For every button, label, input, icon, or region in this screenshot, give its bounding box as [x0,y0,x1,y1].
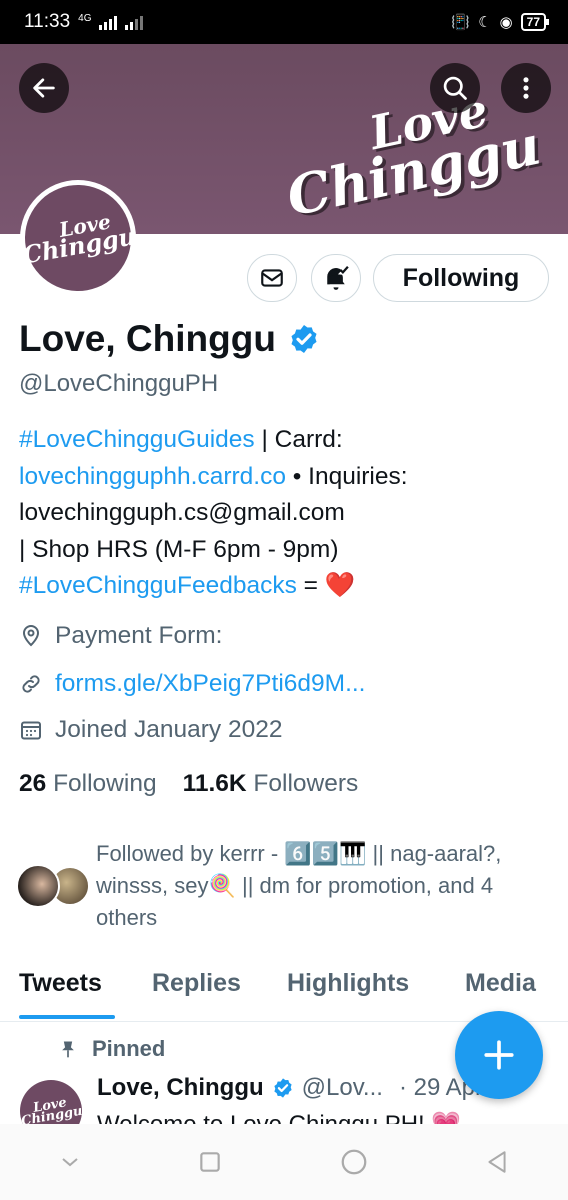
chevron-down-icon[interactable] [58,1150,82,1174]
profile-avatar[interactable]: Love Chinggu [16,176,140,300]
bio-email: lovechingguph.cs@gmail.com [19,499,345,526]
search-button[interactable] [430,63,480,113]
vibrate-icon: 📳 [451,14,471,31]
system-nav-bar [0,1124,568,1200]
plus-icon [484,1040,514,1070]
profile-handle: @LoveChingguPH [19,370,219,397]
tab-replies[interactable]: Replies [152,969,241,998]
nav-home-icon[interactable] [339,1147,369,1177]
bio-text-4: = [296,572,325,599]
nav-recents-icon[interactable] [197,1149,223,1175]
profile-name: Love, Chinggu [19,318,276,359]
signal-2-icon [125,14,144,30]
bio-text-2: • Inquiries: [285,462,408,490]
battery-icon: 77 [520,13,550,31]
location-pin-icon [22,625,40,647]
profile-joined: Joined January 2022 [19,716,282,744]
profile-url-link[interactable]: forms.gle/XbPeig7Pti6d9M... [55,670,366,698]
followers-count-label: Followers [253,770,359,797]
pin-icon [62,1041,74,1058]
active-tab-indicator [19,1015,115,1019]
location-text: Payment Form: [55,622,223,649]
tweet-author-name: Love, Chinggu [97,1074,264,1101]
verified-badge-icon [291,325,317,353]
arrow-left-icon [33,78,55,98]
pinned-label-row: Pinned [58,1036,165,1062]
battery-level: 77 [526,15,540,29]
pinned-label: Pinned [92,1036,166,1061]
moon-icon: ☾ [478,14,492,31]
status-time: 11:33 [24,11,71,32]
lock-icon: ◉ [499,14,513,31]
more-vertical-icon [523,77,529,99]
notifications-button[interactable] [311,254,361,302]
tweet-author-handle: @Lov... [301,1074,383,1101]
tweet-text[interactable]: Welcome to Love Chinggu PH! 💗 [97,1110,461,1124]
bell-check-icon [327,266,349,290]
link-icon [22,675,40,693]
search-icon [443,76,467,100]
profile-bio: #LoveChingguGuides | Carrd: lovechinggup… [19,422,549,605]
hashtag-feedbacks-link[interactable]: #LoveChingguFeedbacks [19,572,297,599]
calendar-icon [21,721,41,740]
profile-name-row: Love, Chinggu [19,318,320,360]
more-button[interactable] [501,63,551,113]
message-button[interactable] [247,254,297,302]
profile-location: Payment Form: [19,622,222,650]
envelope-icon [261,269,283,287]
avatar-logo-line2: Chinggu [20,221,139,270]
followers-count-link[interactable]: 11.6K Followers [183,770,359,798]
status-bar: 11:33 4G 📳 ☾ ◉ 77 [0,0,568,44]
tab-media[interactable]: Media [465,969,536,998]
nav-back-icon[interactable] [484,1149,510,1175]
tweet-verified-badge-icon [274,1078,292,1098]
following-button[interactable]: Following [373,254,549,302]
profile-url: forms.gle/XbPeig7Pti6d9M... [19,670,366,698]
hashtag-guides-link[interactable]: #LoveChingguGuides [19,426,255,453]
followers-count: 11.6K [182,770,247,797]
compose-tweet-button[interactable] [455,1011,543,1099]
bio-text-3: | Shop HRS (M-F 6pm - 9pm) [19,535,339,563]
signal-icon [99,14,118,30]
tab-highlights[interactable]: Highlights [287,969,409,998]
following-count-label: Following [53,770,157,797]
joined-text: Joined January 2022 [55,716,283,743]
followed-by-text[interactable]: Followed by kerrr - 6️⃣5️⃣🎹 || nag-aaral… [96,838,546,934]
following-count-link[interactable]: 26 Following [19,770,157,798]
tab-tweets[interactable]: Tweets [19,969,102,998]
back-button[interactable] [19,63,69,113]
tweet-header: Love, Chinggu @Lov... · 29 Apr [97,1074,483,1102]
following-count: 26 [19,770,47,797]
heart-emoji: ❤️ [324,572,356,599]
carrd-link[interactable]: lovechingguphh.carrd.co [19,463,286,490]
follow-counts: 26 Following 11.6K Followers [19,770,358,798]
bio-text-1: | Carrd: [254,426,343,453]
network-type: 4G [78,12,92,24]
follower-avatar-1 [16,864,60,908]
